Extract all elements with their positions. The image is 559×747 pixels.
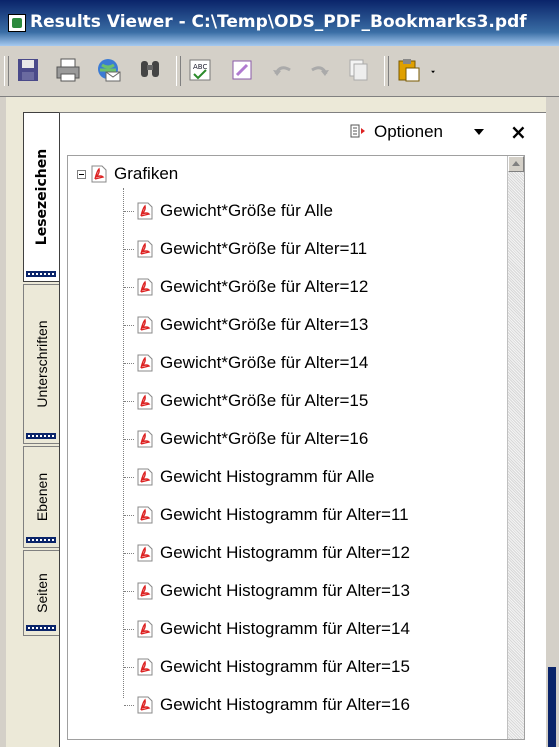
find-icon[interactable] [134, 54, 166, 86]
tab-lesezeichen[interactable]: Lesezeichen [23, 112, 59, 282]
bookmark-item[interactable]: Gewicht*Größe für Alter=14 [124, 352, 368, 374]
pdf-bookmark-icon [137, 468, 153, 486]
bookmark-item[interactable]: Gewicht Histogramm für Alter=11 [124, 504, 409, 526]
pdf-bookmark-icon [137, 696, 153, 714]
bookmark-item-label: Gewicht*Größe für Alter=15 [160, 391, 369, 410]
toolbar: ABC [0, 46, 559, 97]
tab-grip [26, 271, 56, 277]
title-bar: Results Viewer - C:\Temp\ODS_PDF_Bookmar… [0, 0, 559, 46]
bookmark-item[interactable]: Gewicht Histogramm für Alter=15 [124, 656, 410, 678]
print-icon[interactable] [52, 54, 84, 86]
tab-label: Ebenen [33, 472, 50, 522]
bookmark-item-label: Gewicht*Größe für Alter=14 [160, 353, 369, 372]
pdf-bookmark-icon [137, 582, 153, 600]
scroll-up-button[interactable] [508, 156, 524, 172]
options-icon[interactable] [350, 123, 366, 139]
bookmark-item-label: Gewicht Histogramm für Alle [160, 467, 375, 486]
tab-label: Unterschriften [33, 320, 50, 408]
bookmark-item[interactable]: Gewicht Histogramm für Alter=13 [124, 580, 410, 602]
right-frame-edge [546, 97, 559, 747]
pdf-bookmark-icon [137, 620, 153, 638]
pdf-bookmark-icon [137, 430, 153, 448]
toolbar-separator [176, 56, 181, 86]
bookmark-item-label: Gewicht*Größe für Alter=11 [160, 239, 368, 258]
pdf-bookmark-icon [137, 544, 153, 562]
bookmarks-panel: Optionen × Grafiken Gewicht*Größe für Al… [59, 112, 546, 747]
options-menu-button[interactable]: Optionen [374, 122, 443, 142]
pdf-bookmark-icon [137, 392, 153, 410]
pdf-bookmark-icon [137, 240, 153, 258]
bookmark-item-label: Gewicht*Größe für Alter=12 [160, 277, 369, 296]
tab-grip [26, 625, 56, 631]
paste-dropdown-icon[interactable] [426, 54, 444, 86]
panel-header: Optionen × [60, 113, 546, 151]
pdf-bookmark-icon [137, 506, 153, 524]
bookmark-item[interactable]: Gewicht*Größe für Alter=12 [124, 276, 368, 298]
save-icon[interactable] [12, 54, 44, 86]
tab-seiten[interactable]: Seiten [23, 550, 59, 636]
bookmark-item[interactable]: Gewicht Histogramm für Alter=16 [124, 694, 410, 716]
bookmark-item-label: Gewicht*Größe für Alle [160, 201, 333, 220]
bookmark-root-label: Grafiken [114, 164, 179, 183]
tab-ebenen[interactable]: Ebenen [23, 446, 59, 548]
bookmark-root[interactable]: Grafiken [77, 163, 178, 185]
bookmark-item[interactable]: Gewicht*Größe für Alter=15 [124, 390, 368, 412]
bookmark-item[interactable]: Gewicht*Größe für Alter=16 [124, 428, 368, 450]
bookmark-item-label: Gewicht Histogramm für Alter=16 [160, 695, 410, 714]
pdf-bookmark-icon [91, 165, 107, 183]
tab-label: Seiten [33, 573, 50, 613]
email-icon[interactable] [92, 54, 124, 86]
bookmark-tree: Grafiken Gewicht*Größe für Alle Gewicht*G… [67, 155, 525, 740]
bookmark-item[interactable]: Gewicht Histogramm für Alle [124, 466, 374, 488]
left-frame-edge [0, 97, 6, 747]
bookmark-item[interactable]: Gewicht*Größe für Alter=11 [124, 238, 367, 260]
bookmark-item-label: Gewicht*Größe für Alter=13 [160, 315, 369, 334]
bookmark-item-label: Gewicht Histogramm für Alter=13 [160, 581, 410, 600]
collapse-toggle-icon[interactable] [77, 169, 86, 179]
bookmark-item[interactable]: Gewicht*Größe für Alter=13 [124, 314, 368, 336]
bookmark-item-label: Gewicht Histogramm für Alter=15 [160, 657, 410, 676]
splitter-handle[interactable] [548, 667, 556, 747]
tab-label: Lesezeichen [33, 148, 50, 246]
redo-icon[interactable] [304, 54, 336, 86]
bookmark-item[interactable]: Gewicht Histogramm für Alter=12 [124, 542, 410, 564]
tab-grip [26, 433, 56, 439]
pdf-bookmark-icon [137, 316, 153, 334]
bookmark-item-label: Gewicht Histogramm für Alter=14 [160, 619, 410, 638]
app-icon [8, 14, 26, 32]
paste-icon[interactable] [392, 54, 424, 86]
pdf-bookmark-icon [137, 202, 153, 220]
window-title: Results Viewer - C:\Temp\ODS_PDF_Bookmar… [30, 12, 527, 32]
bookmark-item-label: Gewicht Histogramm für Alter=12 [160, 543, 410, 562]
vertical-scrollbar[interactable] [507, 156, 524, 739]
bookmark-item[interactable]: Gewicht*Größe für Alle [124, 200, 333, 222]
tab-grip [26, 537, 56, 543]
tab-unterschriften[interactable]: Unterschriften [23, 284, 59, 444]
chevron-down-icon[interactable] [474, 129, 484, 135]
toolbar-grip[interactable] [4, 56, 9, 86]
pdf-bookmark-icon [137, 278, 153, 296]
close-panel-button[interactable]: × [510, 120, 527, 144]
copy-icon[interactable] [342, 54, 374, 86]
pdf-bookmark-icon [137, 658, 153, 676]
spellcheck-icon[interactable]: ABC [184, 54, 216, 86]
edit-icon[interactable] [226, 54, 258, 86]
bookmark-item[interactable]: Gewicht Histogramm für Alter=14 [124, 618, 410, 640]
navigation-tabs: Lesezeichen Unterschriften Ebenen Seiten [23, 112, 59, 642]
pdf-bookmark-icon [137, 354, 153, 372]
undo-icon[interactable] [266, 54, 298, 86]
bookmark-item-label: Gewicht*Größe für Alter=16 [160, 429, 369, 448]
bookmark-item-label: Gewicht Histogramm für Alter=11 [160, 505, 409, 524]
toolbar-separator [384, 56, 389, 86]
